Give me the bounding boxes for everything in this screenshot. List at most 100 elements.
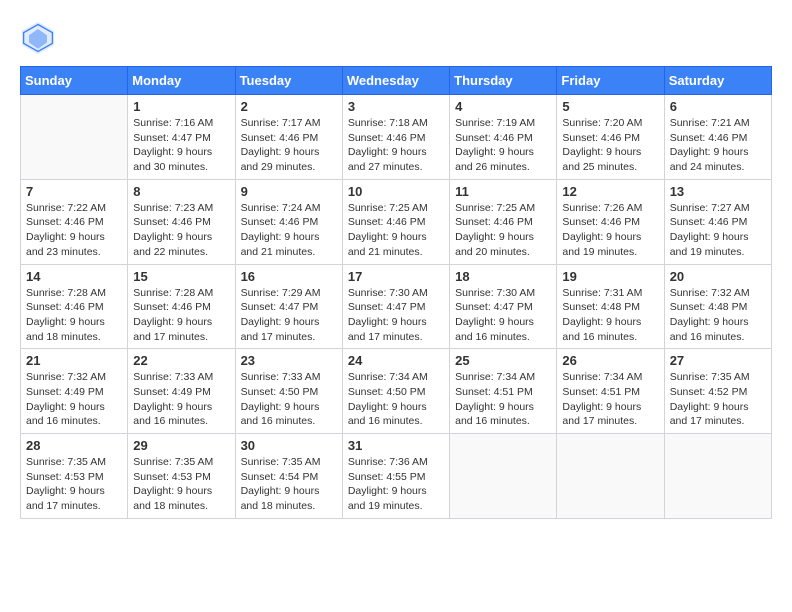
day-number: 24 [348,353,444,368]
col-header-sunday: Sunday [21,67,128,95]
day-number: 19 [562,269,658,284]
calendar-cell: 20 Sunrise: 7:32 AMSunset: 4:48 PMDayligh… [664,264,771,349]
day-number: 28 [26,438,122,453]
day-info: Sunrise: 7:31 AMSunset: 4:48 PMDaylight:… [562,286,658,345]
day-info: Sunrise: 7:25 AMSunset: 4:46 PMDaylight:… [348,201,444,260]
day-number: 5 [562,99,658,114]
day-info: Sunrise: 7:27 AMSunset: 4:46 PMDaylight:… [670,201,766,260]
day-info: Sunrise: 7:23 AMSunset: 4:46 PMDaylight:… [133,201,229,260]
calendar-cell [450,434,557,519]
calendar-header-row: SundayMondayTuesdayWednesdayThursdayFrid… [21,67,772,95]
day-info: Sunrise: 7:34 AMSunset: 4:50 PMDaylight:… [348,370,444,429]
day-number: 22 [133,353,229,368]
day-info: Sunrise: 7:34 AMSunset: 4:51 PMDaylight:… [455,370,551,429]
logo [20,20,58,56]
day-info: Sunrise: 7:28 AMSunset: 4:46 PMDaylight:… [26,286,122,345]
col-header-wednesday: Wednesday [342,67,449,95]
calendar-cell: 31Sunrise: 7:36 AMSunset: 4:55 PMDayligh… [342,434,449,519]
calendar-cell: 1 Sunrise: 7:16 AMSunset: 4:47 PMDaylight… [128,95,235,180]
calendar-cell: 28 Sunrise: 7:35 AMSunset: 4:53 PMDayligh… [21,434,128,519]
calendar-cell: 13 Sunrise: 7:27 AMSunset: 4:46 PMDayligh… [664,179,771,264]
calendar-cell [557,434,664,519]
day-number: 3 [348,99,444,114]
day-number: 14 [26,269,122,284]
calendar-week-row: 28 Sunrise: 7:35 AMSunset: 4:53 PMDayligh… [21,434,772,519]
day-number: 18 [455,269,551,284]
calendar-cell: 19 Sunrise: 7:31 AMSunset: 4:48 PMDayligh… [557,264,664,349]
calendar-cell: 30Sunrise: 7:35 AMSunset: 4:54 PMDayligh… [235,434,342,519]
page-header [20,20,772,56]
day-number: 27 [670,353,766,368]
day-info: Sunrise: 7:30 AMSunset: 4:47 PMDaylight:… [348,286,444,345]
day-info: Sunrise: 7:36 AMSunset: 4:55 PMDaylight:… [348,455,444,514]
calendar-week-row: 21 Sunrise: 7:32 AMSunset: 4:49 PMDayligh… [21,349,772,434]
day-number: 15 [133,269,229,284]
day-number: 29 [133,438,229,453]
day-number: 26 [562,353,658,368]
day-number: 13 [670,184,766,199]
calendar-cell: 21 Sunrise: 7:32 AMSunset: 4:49 PMDayligh… [21,349,128,434]
day-number: 11 [455,184,551,199]
calendar-cell: 5 Sunrise: 7:20 AMSunset: 4:46 PMDaylight… [557,95,664,180]
day-number: 20 [670,269,766,284]
calendar-cell: 17 Sunrise: 7:30 AMSunset: 4:47 PMDayligh… [342,264,449,349]
col-header-monday: Monday [128,67,235,95]
day-info: Sunrise: 7:32 AMSunset: 4:49 PMDaylight:… [26,370,122,429]
col-header-thursday: Thursday [450,67,557,95]
calendar-cell: 18 Sunrise: 7:30 AMSunset: 4:47 PMDayligh… [450,264,557,349]
col-header-tuesday: Tuesday [235,67,342,95]
calendar-cell: 14 Sunrise: 7:28 AMSunset: 4:46 PMDayligh… [21,264,128,349]
calendar-week-row: 1 Sunrise: 7:16 AMSunset: 4:47 PMDaylight… [21,95,772,180]
day-number: 7 [26,184,122,199]
day-info: Sunrise: 7:21 AMSunset: 4:46 PMDaylight:… [670,116,766,175]
day-info: Sunrise: 7:19 AMSunset: 4:46 PMDaylight:… [455,116,551,175]
day-info: Sunrise: 7:16 AMSunset: 4:47 PMDaylight:… [133,116,229,175]
day-number: 1 [133,99,229,114]
day-info: Sunrise: 7:33 AMSunset: 4:49 PMDaylight:… [133,370,229,429]
col-header-saturday: Saturday [664,67,771,95]
calendar-cell: 22 Sunrise: 7:33 AMSunset: 4:49 PMDayligh… [128,349,235,434]
day-number: 9 [241,184,337,199]
day-info: Sunrise: 7:24 AMSunset: 4:46 PMDaylight:… [241,201,337,260]
calendar-cell [21,95,128,180]
calendar-cell: 24 Sunrise: 7:34 AMSunset: 4:50 PMDayligh… [342,349,449,434]
calendar-cell: 16 Sunrise: 7:29 AMSunset: 4:47 PMDayligh… [235,264,342,349]
calendar-cell: 26 Sunrise: 7:34 AMSunset: 4:51 PMDayligh… [557,349,664,434]
calendar-cell: 8Sunrise: 7:23 AMSunset: 4:46 PMDaylight… [128,179,235,264]
calendar-cell: 4Sunrise: 7:19 AMSunset: 4:46 PMDaylight… [450,95,557,180]
day-number: 21 [26,353,122,368]
day-number: 25 [455,353,551,368]
day-info: Sunrise: 7:32 AMSunset: 4:48 PMDaylight:… [670,286,766,345]
calendar-cell: 9 Sunrise: 7:24 AMSunset: 4:46 PMDaylight… [235,179,342,264]
day-info: Sunrise: 7:20 AMSunset: 4:46 PMDaylight:… [562,116,658,175]
calendar-cell: 23Sunrise: 7:33 AMSunset: 4:50 PMDayligh… [235,349,342,434]
day-info: Sunrise: 7:35 AMSunset: 4:53 PMDaylight:… [133,455,229,514]
day-info: Sunrise: 7:29 AMSunset: 4:47 PMDaylight:… [241,286,337,345]
day-info: Sunrise: 7:35 AMSunset: 4:53 PMDaylight:… [26,455,122,514]
day-number: 2 [241,99,337,114]
calendar-cell: 15 Sunrise: 7:28 AMSunset: 4:46 PMDayligh… [128,264,235,349]
calendar-cell [664,434,771,519]
calendar-cell: 10 Sunrise: 7:25 AMSunset: 4:46 PMDayligh… [342,179,449,264]
day-info: Sunrise: 7:25 AMSunset: 4:46 PMDaylight:… [455,201,551,260]
day-info: Sunrise: 7:22 AMSunset: 4:46 PMDaylight:… [26,201,122,260]
day-info: Sunrise: 7:28 AMSunset: 4:46 PMDaylight:… [133,286,229,345]
day-number: 17 [348,269,444,284]
calendar-cell: 12Sunrise: 7:26 AMSunset: 4:46 PMDayligh… [557,179,664,264]
day-info: Sunrise: 7:30 AMSunset: 4:47 PMDaylight:… [455,286,551,345]
day-info: Sunrise: 7:35 AMSunset: 4:52 PMDaylight:… [670,370,766,429]
day-number: 16 [241,269,337,284]
day-info: Sunrise: 7:34 AMSunset: 4:51 PMDaylight:… [562,370,658,429]
calendar-table: SundayMondayTuesdayWednesdayThursdayFrid… [20,66,772,519]
day-number: 23 [241,353,337,368]
calendar-week-row: 14 Sunrise: 7:28 AMSunset: 4:46 PMDayligh… [21,264,772,349]
calendar-cell: 2 Sunrise: 7:17 AMSunset: 4:46 PMDaylight… [235,95,342,180]
day-info: Sunrise: 7:17 AMSunset: 4:46 PMDaylight:… [241,116,337,175]
logo-icon [20,20,56,56]
day-info: Sunrise: 7:18 AMSunset: 4:46 PMDaylight:… [348,116,444,175]
day-info: Sunrise: 7:35 AMSunset: 4:54 PMDaylight:… [241,455,337,514]
day-number: 10 [348,184,444,199]
calendar-cell: 7 Sunrise: 7:22 AMSunset: 4:46 PMDaylight… [21,179,128,264]
calendar-cell: 29 Sunrise: 7:35 AMSunset: 4:53 PMDayligh… [128,434,235,519]
calendar-week-row: 7 Sunrise: 7:22 AMSunset: 4:46 PMDaylight… [21,179,772,264]
